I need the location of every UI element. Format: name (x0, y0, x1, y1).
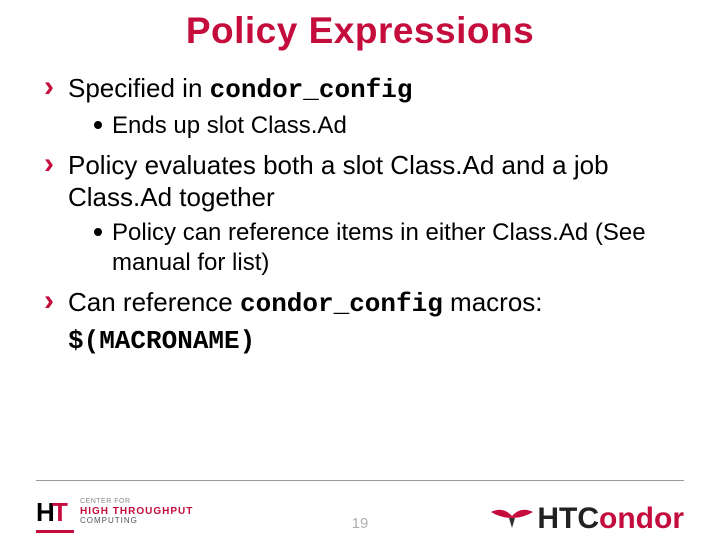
htcondor-part2: ondor (599, 502, 684, 536)
bullet-3-pre: Can reference (68, 287, 240, 317)
bullet-1-text: Specified in (68, 73, 210, 103)
chtc-logo: H T CENTER FOR HIGH THROUGHPUT COMPUTING (36, 490, 193, 534)
bullet-2-text: Policy evaluates both a slot Class.Ad an… (68, 150, 609, 213)
bullet-3: Can reference condor_config macros: (40, 286, 680, 321)
slide: Policy Expressions Specified in condor_c… (0, 10, 720, 540)
slide-content: Specified in condor_config Ends up slot … (0, 52, 720, 356)
chtc-mark-icon: H T (36, 492, 74, 533)
chtc-line3: COMPUTING (80, 517, 193, 526)
chtc-line1: CENTER FOR (80, 498, 193, 506)
footer: 19 H T CENTER FOR HIGH THROUGHPUT COMPUT… (0, 470, 720, 540)
bullet-2-sublist: Policy can reference items in either Cla… (94, 218, 680, 278)
condor-bird-icon (489, 504, 535, 534)
bullet-2-sub: Policy can reference items in either Cla… (94, 218, 680, 278)
bullet-1: Specified in condor_config Ends up slot … (40, 72, 680, 141)
footer-divider (36, 480, 684, 481)
macro-example: $(MACRONAME) (68, 326, 680, 356)
bullet-1-sublist: Ends up slot Class.Ad (94, 111, 680, 141)
bullet-1-code: condor_config (210, 75, 413, 105)
bullet-1-sub: Ends up slot Class.Ad (94, 111, 680, 141)
bullet-3-post: macros: (443, 287, 543, 317)
bullet-list: Specified in condor_config Ends up slot … (40, 72, 680, 320)
bullet-2: Policy evaluates both a slot Class.Ad an… (40, 149, 680, 278)
htcondor-part1: HTC (537, 502, 599, 536)
chtc-text: CENTER FOR HIGH THROUGHPUT COMPUTING (80, 498, 193, 525)
slide-title: Policy Expressions (0, 10, 720, 52)
chtc-t-icon: T (52, 497, 68, 528)
htcondor-logo: HTCondor (489, 502, 684, 536)
bullet-3-code: condor_config (240, 289, 443, 319)
